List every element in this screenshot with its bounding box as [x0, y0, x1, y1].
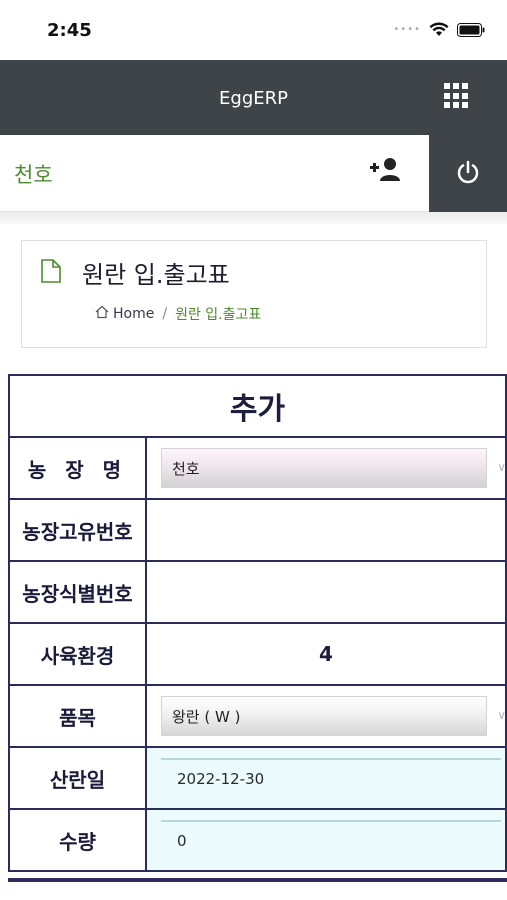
home-icon: [95, 305, 109, 323]
page-title: 원란 입.출고표: [82, 261, 230, 289]
farm-id-number-value: [145, 560, 507, 624]
app-title: EggERP: [219, 88, 288, 109]
farm-name-cell: 천호 ∨: [145, 436, 507, 500]
add-form-table: 추가 농 장 명 천호 ∨ 농장고유번호 농장식별번호 사육환경 4 품목 왕란…: [8, 374, 507, 872]
apps-grid-icon[interactable]: [444, 83, 470, 109]
breeding-environment-label: 사육환경: [8, 622, 147, 686]
table-row: 사육환경 4: [8, 622, 507, 686]
breadcrumb-separator: /: [162, 306, 168, 322]
farm-name-value: 천호: [172, 459, 200, 478]
status-time: 2:45: [47, 20, 92, 41]
farm-unique-number-value: [145, 498, 507, 562]
breadcrumb: Home / 원란 입.출고표: [95, 304, 261, 324]
logout-button[interactable]: [429, 135, 507, 212]
table-row: 수량: [8, 808, 507, 872]
table-row: 품목 왕란 ( W ) ∨: [8, 684, 507, 748]
laying-date-label: 산란일: [8, 746, 147, 810]
table-row: 농장고유번호: [8, 498, 507, 562]
table-row: 농장식별번호: [8, 560, 507, 624]
item-value: 왕란 ( W ): [172, 707, 241, 726]
wifi-icon: [429, 22, 449, 37]
form-header: 추가: [8, 374, 507, 438]
breadcrumb-home-label: Home: [113, 306, 155, 322]
table-row: 농 장 명 천호 ∨: [8, 436, 507, 500]
laying-date-input[interactable]: [161, 758, 501, 798]
header-shadow: [0, 212, 507, 224]
table-bottom-edge: [8, 878, 507, 882]
farm-id-number-label: 농장식별번호: [8, 560, 147, 624]
breeding-environment-value: 4: [145, 622, 507, 686]
farm-unique-number-label: 농장고유번호: [8, 498, 147, 562]
laying-date-cell: [145, 746, 507, 810]
battery-icon: [457, 22, 485, 37]
farm-name-label: 농 장 명: [8, 436, 147, 500]
chevron-down-icon: ∨: [497, 708, 506, 722]
quantity-input[interactable]: [161, 820, 501, 860]
user-name: 천호: [14, 163, 53, 187]
farm-name-select[interactable]: 천호 ∨: [161, 448, 506, 488]
user-bar: 천호: [0, 135, 507, 212]
breadcrumb-home-link[interactable]: Home: [95, 305, 154, 323]
breadcrumb-current: 원란 입.출고표: [175, 307, 262, 323]
item-label: 품목: [8, 684, 147, 748]
cellular-signal-icon: ••••: [393, 24, 421, 35]
document-icon: [41, 259, 61, 287]
power-icon: [455, 159, 481, 189]
quantity-label: 수량: [8, 808, 147, 872]
page-title-card: 원란 입.출고표 Home / 원란 입.출고표: [21, 240, 487, 348]
chevron-down-icon: ∨: [497, 460, 506, 474]
status-indicators: ••••: [393, 22, 485, 37]
item-select[interactable]: 왕란 ( W ) ∨: [161, 696, 506, 736]
status-bar: 2:45 ••••: [0, 0, 507, 60]
add-user-icon[interactable]: [370, 157, 402, 187]
app-header: EggERP: [0, 60, 507, 135]
quantity-cell: [145, 808, 507, 872]
table-row: 산란일: [8, 746, 507, 810]
item-cell: 왕란 ( W ) ∨: [145, 684, 507, 748]
